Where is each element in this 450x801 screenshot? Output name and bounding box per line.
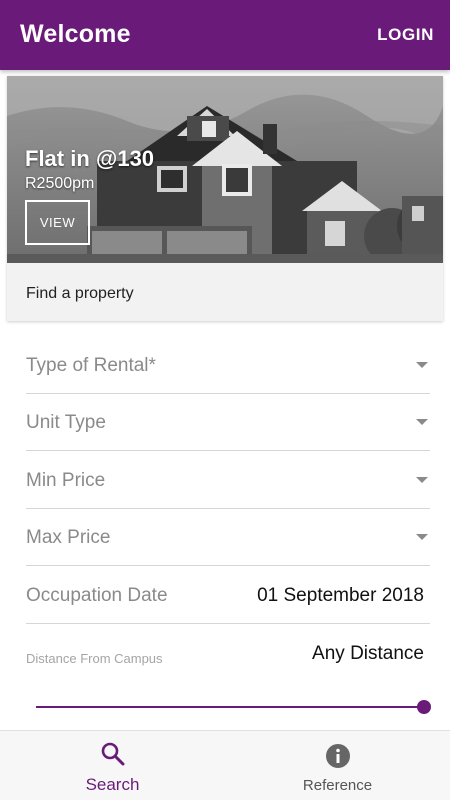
min-price-select[interactable]: Min Price (26, 452, 430, 509)
nav-reference[interactable]: Reference (225, 731, 450, 801)
featured-price: R2500pm (25, 175, 95, 192)
distance-label: Distance From Campus (26, 651, 163, 666)
dropdown-arrow-icon (416, 419, 428, 425)
view-button[interactable]: VIEW (25, 200, 90, 245)
min-price-placeholder: Min Price (26, 470, 106, 491)
occupation-date-field[interactable]: Occupation Date 01 September 2018 (26, 567, 430, 624)
login-button[interactable]: LOGIN (377, 25, 434, 45)
unit-type-placeholder: Unit Type (26, 412, 106, 433)
max-price-select[interactable]: Max Price (26, 509, 430, 566)
app-bar: Welcome LOGIN (0, 0, 450, 70)
type-of-rental-select[interactable]: Type of Rental* (26, 337, 430, 394)
featured-title: Flat in @130 (25, 146, 155, 171)
nav-reference-label: Reference (302, 777, 373, 794)
search-icon (101, 742, 125, 766)
occupation-date-label: Occupation Date (26, 585, 168, 606)
dropdown-arrow-icon (416, 477, 428, 483)
distance-slider-thumb[interactable] (417, 700, 431, 714)
nav-search-label: Search (85, 775, 140, 794)
app-title: Welcome (20, 20, 131, 48)
type-of-rental-placeholder: Type of Rental* (26, 355, 156, 376)
distance-slider-track[interactable] (36, 706, 424, 708)
find-property-label: Find a property (26, 285, 134, 302)
distance-value: Any Distance (312, 643, 424, 664)
max-price-placeholder: Max Price (26, 527, 111, 548)
info-icon (326, 744, 350, 768)
occupation-date-value[interactable]: 01 September 2018 (257, 585, 424, 607)
dropdown-arrow-icon (416, 534, 428, 540)
dropdown-arrow-icon (416, 362, 428, 368)
bottom-nav: Search Reference (0, 730, 450, 800)
unit-type-select[interactable]: Unit Type (26, 394, 430, 451)
nav-search[interactable]: Search (0, 731, 225, 801)
featured-image: Flat in @130 R2500pm VIEW (7, 76, 443, 263)
featured-card[interactable]: Flat in @130 R2500pm VIEW Find a propert… (7, 76, 443, 321)
